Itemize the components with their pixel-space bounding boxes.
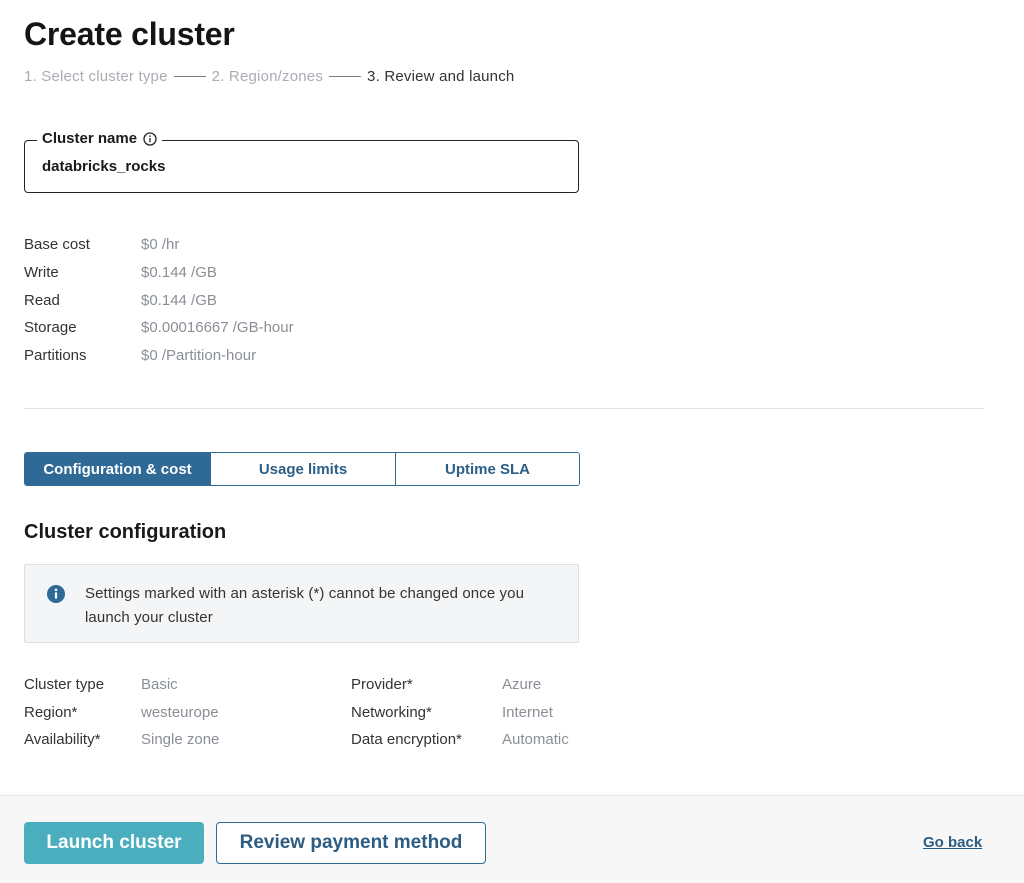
cluster-name-label: Cluster name	[42, 130, 138, 147]
info-notice: Settings marked with an asterisk (*) can…	[24, 564, 579, 643]
cost-value: $0.00016667 /GB-hour	[141, 319, 294, 337]
config-label: Networking*	[351, 703, 432, 721]
cost-label: Write	[24, 264, 59, 282]
tab-bar: Configuration & cost Usage limits Uptime…	[24, 452, 580, 486]
config-label: Cluster type	[24, 676, 105, 693]
footer-bar: Launch cluster Review payment method Go …	[0, 795, 1024, 883]
go-back-link[interactable]: Go back	[923, 834, 982, 851]
section-title: Cluster configuration	[24, 521, 227, 543]
config-value: westeurope	[141, 703, 219, 721]
step-review-and-launch: 3. Review and launch	[367, 68, 515, 85]
tab-usage-limits[interactable]: Usage limits	[211, 453, 396, 485]
cost-row-base: Base cost $0 /hr	[24, 231, 294, 259]
cost-label: Base cost	[24, 236, 90, 254]
cost-row-partitions: Partitions $0 /Partition-hour	[24, 342, 294, 370]
info-outline-icon[interactable]	[143, 131, 157, 146]
cost-value: $0.144 /GB	[141, 291, 217, 309]
info-icon	[47, 585, 65, 603]
config-value: Azure	[502, 676, 542, 693]
step-region-zones: 2. Region/zones	[211, 68, 324, 85]
section-divider	[24, 408, 984, 409]
step-connector	[329, 76, 362, 77]
launch-cluster-button[interactable]: Launch cluster	[24, 822, 204, 864]
cost-value: $0 /Partition-hour	[141, 347, 257, 365]
page-title: Create cluster	[24, 16, 235, 52]
cost-value: $0 /hr	[141, 236, 180, 254]
cost-table: Base cost $0 /hr Write $0.144 /GB Read $…	[24, 231, 294, 369]
notice-text: Settings marked with an asterisk (*) can…	[85, 585, 525, 626]
cost-row-read: Read $0.144 /GB	[24, 286, 294, 314]
config-value: Automatic	[502, 731, 569, 749]
cost-value: $0.144 /GB	[141, 264, 217, 282]
review-payment-method-button[interactable]: Review payment method	[216, 822, 486, 864]
cluster-name-field[interactable]: Cluster name	[24, 130, 579, 193]
cost-row-storage: Storage $0.00016667 /GB-hour	[24, 314, 294, 342]
step-connector	[173, 76, 206, 77]
config-value: Basic	[141, 676, 178, 693]
cost-label: Storage	[24, 319, 77, 337]
cost-label: Read	[24, 291, 60, 309]
config-label: Data encryption*	[351, 731, 462, 749]
config-label: Availability*	[24, 731, 101, 749]
step-select-cluster-type: 1. Select cluster type	[24, 68, 168, 85]
cost-label: Partitions	[24, 347, 87, 365]
cluster-name-input[interactable]	[42, 158, 542, 175]
tab-uptime-sla[interactable]: Uptime SLA	[396, 453, 579, 485]
cost-row-write: Write $0.144 /GB	[24, 259, 294, 287]
cluster-name-legend: Cluster name	[37, 130, 163, 147]
stepper: 1. Select cluster type 2. Region/zones 3…	[24, 68, 514, 85]
config-value: Single zone	[141, 731, 220, 749]
config-label: Provider*	[351, 676, 413, 693]
config-label: Region*	[24, 703, 78, 721]
config-value: Internet	[502, 703, 553, 721]
tab-configuration-cost[interactable]: Configuration & cost	[25, 453, 211, 485]
